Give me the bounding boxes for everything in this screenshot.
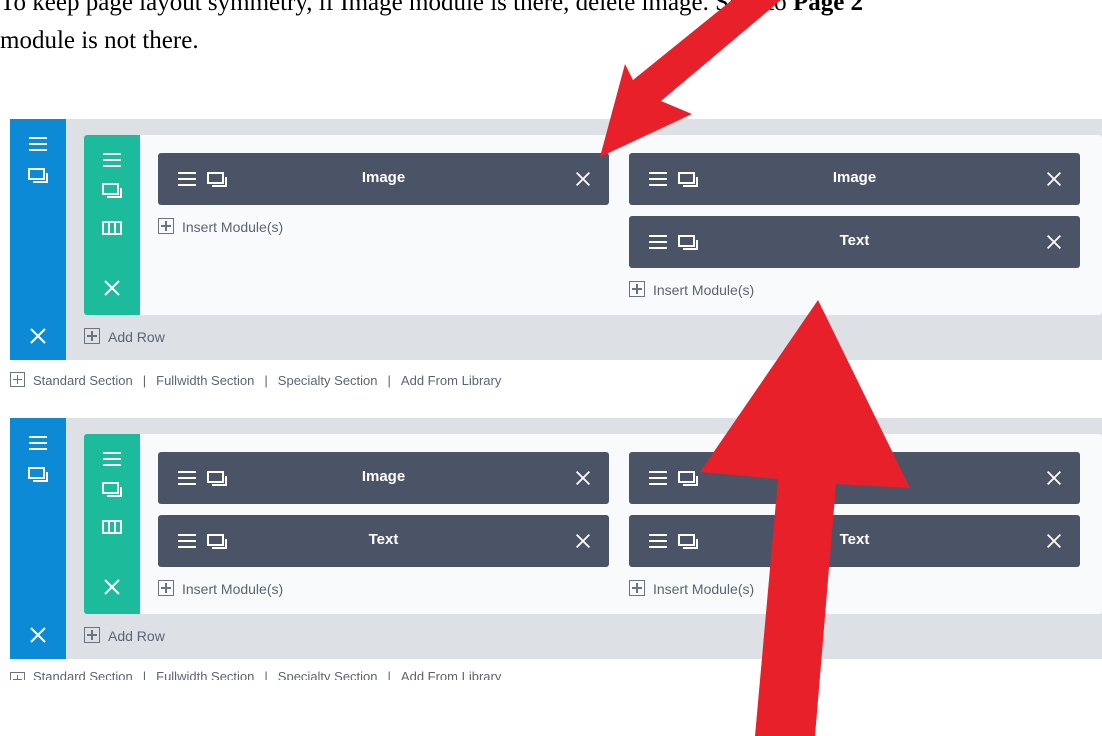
plus-icon bbox=[158, 580, 174, 597]
add-section-bar: Standard Section | Fullwidth Section | Speci… bbox=[10, 670, 501, 680]
close-icon[interactable] bbox=[573, 169, 593, 189]
hamburger-icon[interactable] bbox=[101, 448, 123, 470]
section-1-row: Image Insert Module(s) Image Text Insert… bbox=[84, 135, 1102, 315]
plus-icon bbox=[84, 328, 100, 345]
standard-section-link[interactable]: Standard Section bbox=[33, 373, 133, 388]
columns-icon[interactable] bbox=[101, 516, 123, 538]
close-icon[interactable] bbox=[27, 325, 49, 347]
standard-section-link[interactable]: Standard Section bbox=[33, 670, 133, 680]
section-2: Image Text Insert Module(s) Image Text I… bbox=[10, 418, 1102, 659]
module-image[interactable]: Image bbox=[629, 452, 1080, 504]
plus-icon bbox=[84, 627, 100, 644]
add-from-library-link[interactable]: Add From Library bbox=[401, 670, 501, 680]
module-text[interactable]: Text bbox=[158, 515, 609, 567]
close-icon[interactable] bbox=[573, 531, 593, 551]
module-image[interactable]: Image bbox=[629, 153, 1080, 205]
plus-icon bbox=[629, 580, 645, 597]
section-2-row: Image Text Insert Module(s) Image Text I… bbox=[84, 434, 1102, 614]
close-icon[interactable] bbox=[27, 624, 49, 646]
specialty-section-link[interactable]: Specialty Section bbox=[278, 670, 378, 680]
columns-icon[interactable] bbox=[101, 217, 123, 239]
hamburger-icon[interactable] bbox=[27, 133, 49, 155]
close-icon[interactable] bbox=[101, 576, 123, 598]
module-image[interactable]: Image bbox=[158, 153, 609, 205]
add-row-button[interactable]: Add Row bbox=[84, 327, 165, 347]
module-label: Text bbox=[839, 531, 870, 548]
module-label: Image bbox=[832, 468, 877, 485]
fullwidth-section-link[interactable]: Fullwidth Section bbox=[156, 670, 254, 680]
add-row-button[interactable]: Add Row bbox=[84, 626, 165, 646]
module-label: Image bbox=[832, 169, 877, 186]
close-icon[interactable] bbox=[101, 277, 123, 299]
plus-icon bbox=[158, 218, 174, 235]
module-text[interactable]: Text bbox=[629, 515, 1080, 567]
module-image[interactable]: Image bbox=[158, 452, 609, 504]
row-toolbar bbox=[84, 135, 140, 315]
insert-module-button[interactable]: Insert Module(s) bbox=[629, 579, 754, 599]
close-icon[interactable] bbox=[1044, 169, 1064, 189]
insert-module-button[interactable]: Insert Module(s) bbox=[629, 280, 754, 300]
module-label: Text bbox=[368, 531, 399, 548]
instruction-line2: module is not there. bbox=[0, 27, 199, 54]
instruction-text: To keep page layout symmetry, if Image m… bbox=[0, 0, 1102, 60]
hamburger-icon[interactable] bbox=[27, 432, 49, 454]
instruction-line1: To keep page layout symmetry, if Image m… bbox=[0, 0, 793, 16]
instruction-page-link: Page 2 bbox=[792, 0, 864, 16]
add-section-bar: Standard Section | Fullwidth Section | Speci… bbox=[10, 371, 501, 391]
duplicate-icon[interactable] bbox=[27, 463, 49, 485]
specialty-section-link[interactable]: Specialty Section bbox=[278, 373, 378, 388]
module-label: Image bbox=[361, 169, 406, 186]
close-icon[interactable] bbox=[1044, 531, 1064, 551]
close-icon[interactable] bbox=[1044, 232, 1064, 252]
row-toolbar bbox=[84, 434, 140, 614]
plus-icon bbox=[10, 372, 25, 388]
plus-icon bbox=[10, 672, 25, 680]
duplicate-icon[interactable] bbox=[101, 179, 123, 201]
hamburger-icon[interactable] bbox=[101, 149, 123, 171]
plus-icon bbox=[629, 281, 645, 298]
insert-module-button[interactable]: Insert Module(s) bbox=[158, 579, 283, 599]
duplicate-icon[interactable] bbox=[27, 164, 49, 186]
module-label: Image bbox=[361, 468, 406, 485]
fullwidth-section-link[interactable]: Fullwidth Section bbox=[156, 373, 254, 388]
module-label: Text bbox=[839, 232, 870, 249]
section-1-toolbar bbox=[10, 119, 66, 360]
close-icon[interactable] bbox=[1044, 468, 1064, 488]
close-icon[interactable] bbox=[573, 468, 593, 488]
section-1: Image Insert Module(s) Image Text Insert… bbox=[10, 119, 1102, 360]
duplicate-icon[interactable] bbox=[101, 478, 123, 500]
insert-module-button[interactable]: Insert Module(s) bbox=[158, 217, 283, 237]
section-2-toolbar bbox=[10, 418, 66, 659]
add-from-library-link[interactable]: Add From Library bbox=[401, 373, 501, 388]
module-text[interactable]: Text bbox=[629, 216, 1080, 268]
